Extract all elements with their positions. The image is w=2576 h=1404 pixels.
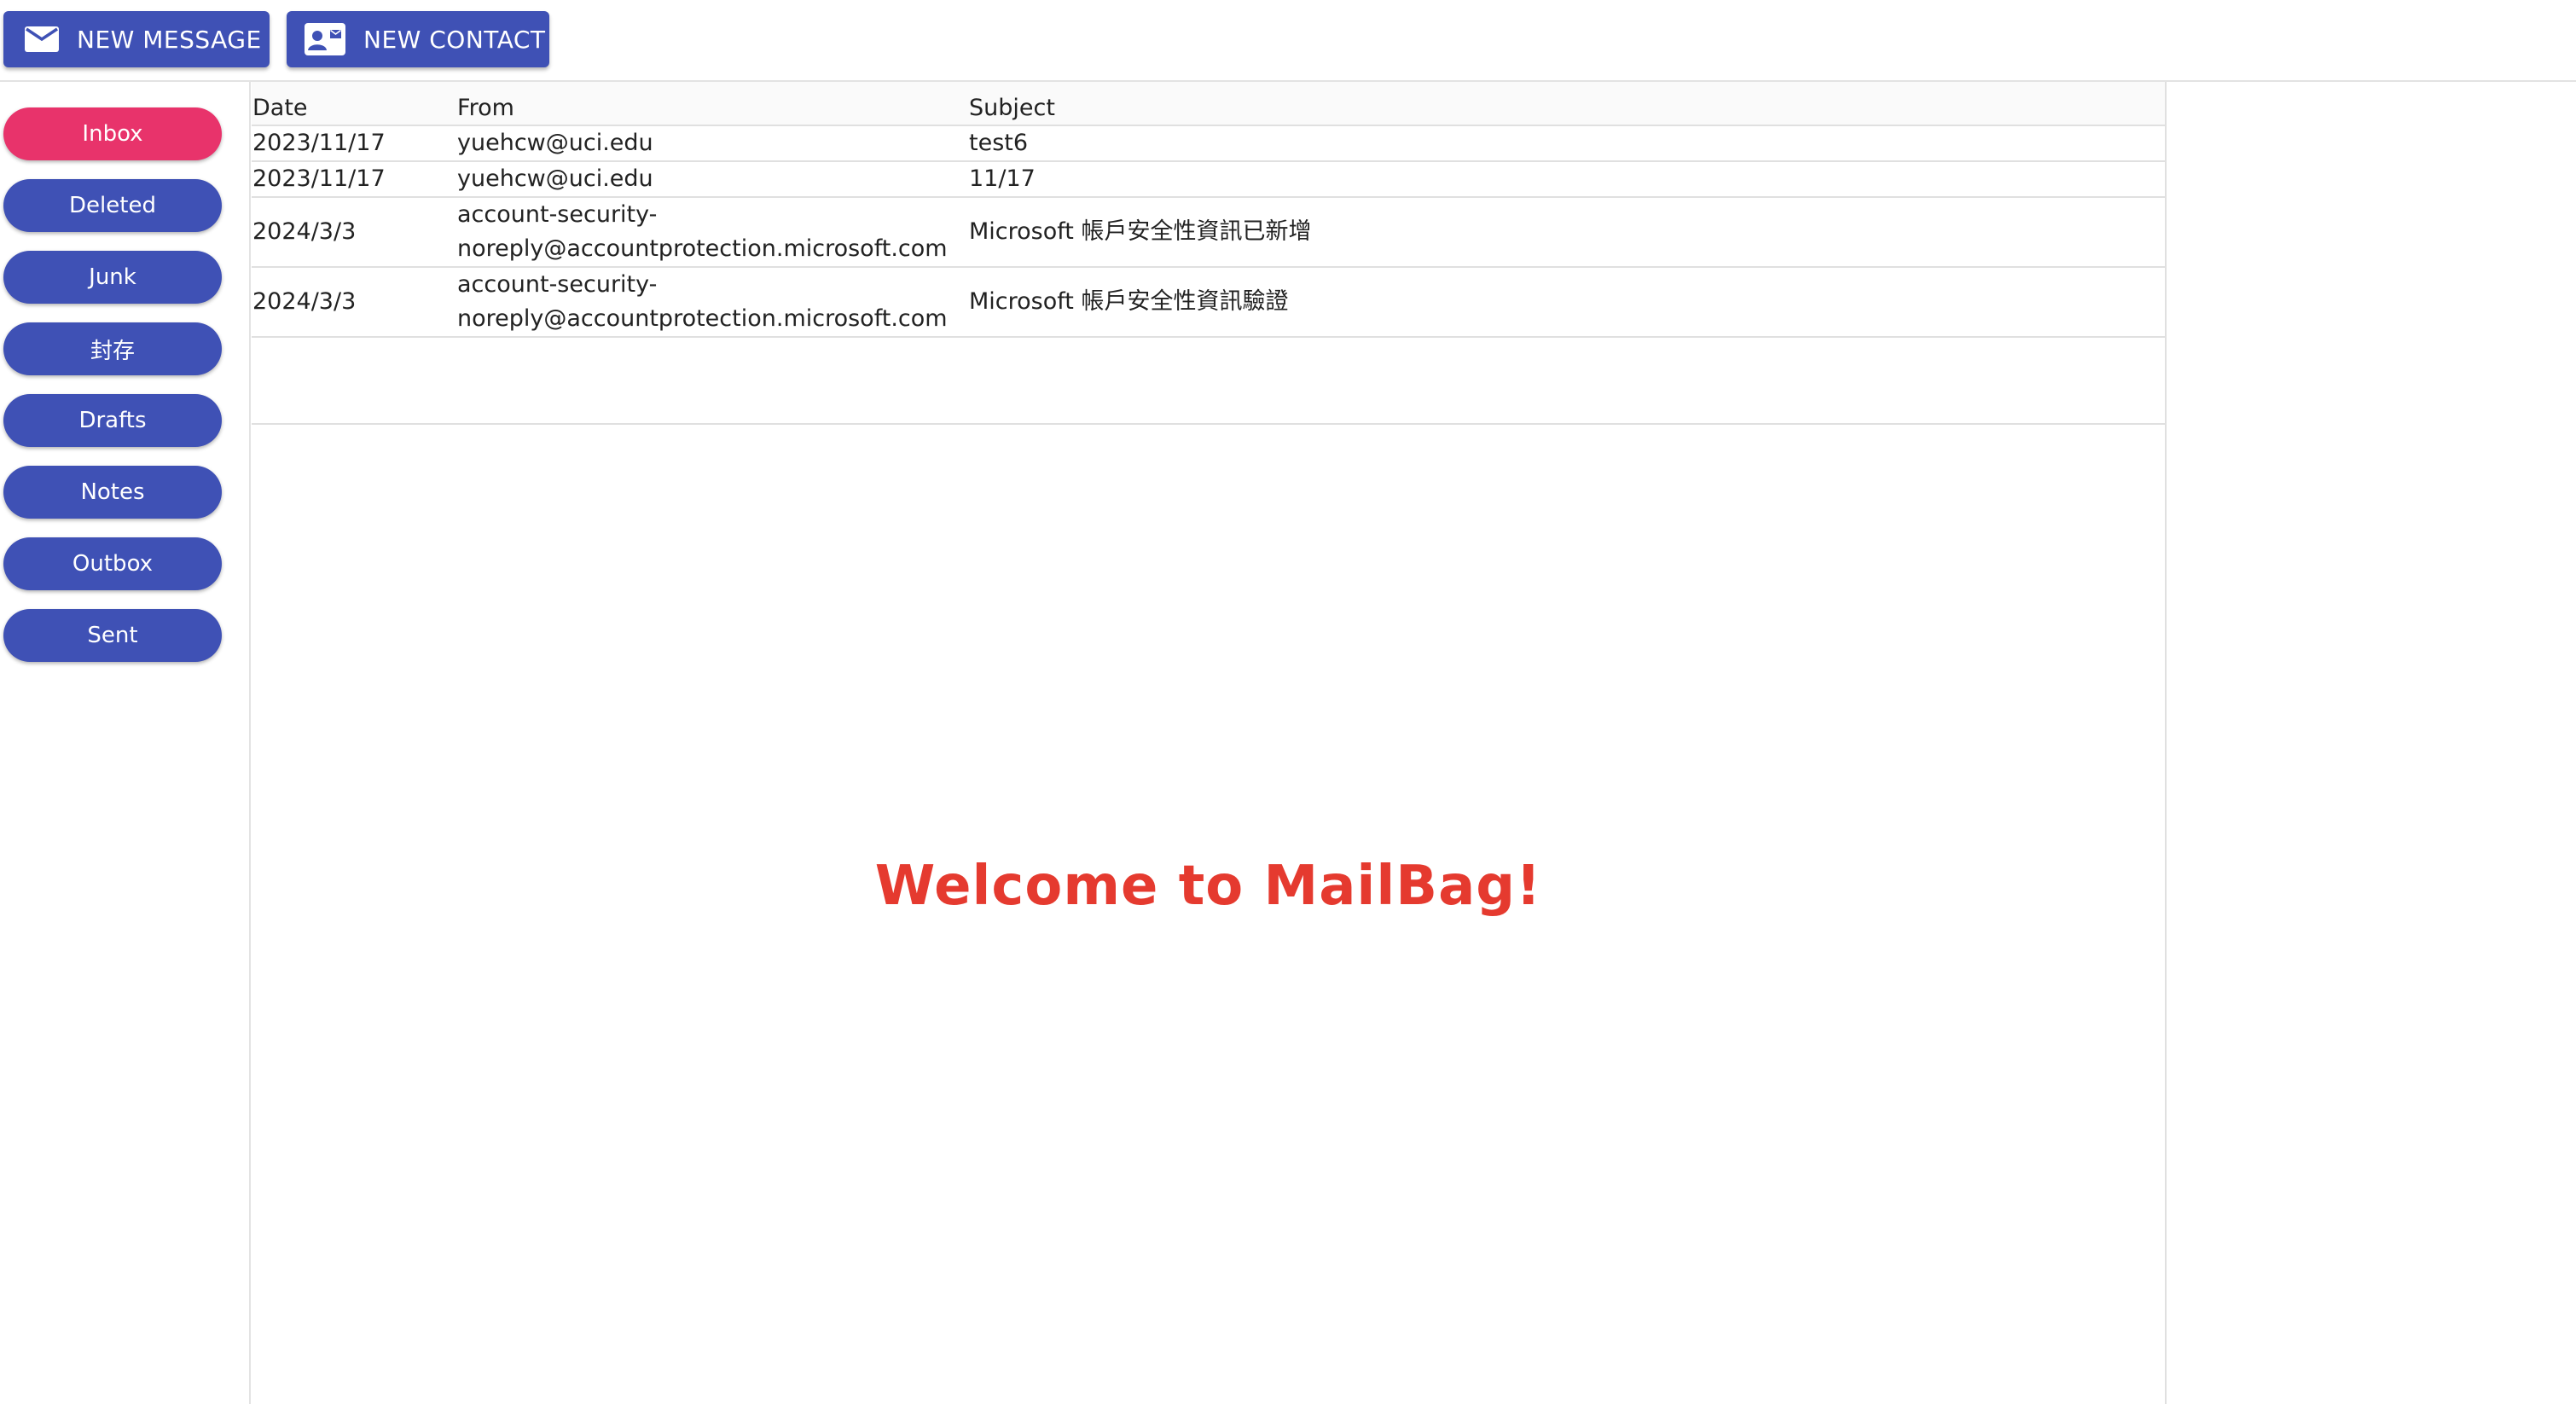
message-row[interactable]: 2023/11/17 yuehcw@uci.edu 11/17 xyxy=(252,162,2165,198)
message-subject: test6 xyxy=(969,130,1029,156)
message-list-header: Date From Subject xyxy=(252,82,2165,126)
message-from-line: account-security- xyxy=(457,201,658,228)
message-from-line: account-security- xyxy=(457,271,658,298)
message-date: 2023/11/17 xyxy=(252,130,386,156)
new-contact-button[interactable]: NEW CONTACT xyxy=(287,11,549,67)
message-from: yuehcw@uci.edu xyxy=(457,165,653,192)
welcome-message: Welcome to MailBag! xyxy=(874,855,1542,918)
folder-archive-button[interactable]: 封存 xyxy=(3,322,222,375)
folder-sent-button[interactable]: Sent xyxy=(3,609,222,662)
message-row[interactable]: 2024/3/3 account-security- noreply@accou… xyxy=(252,268,2165,338)
contact-card-icon xyxy=(304,22,346,56)
folder-notes-button[interactable]: Notes xyxy=(3,466,222,519)
new-message-label: NEW MESSAGE xyxy=(77,25,262,54)
message-subject: Microsoft 帳戶安全性資訊驗證 xyxy=(969,288,1289,315)
message-date: 2024/3/3 xyxy=(252,288,357,315)
message-from: account-security- noreply@accountprotect… xyxy=(457,198,960,266)
message-from: yuehcw@uci.edu xyxy=(457,130,653,156)
folder-junk-button[interactable]: Junk xyxy=(3,251,222,304)
message-date: 2024/3/3 xyxy=(252,218,357,245)
message-from-line: noreply@accountprotection.microsoft.com xyxy=(457,235,948,262)
folder-inbox-button[interactable]: Inbox xyxy=(3,107,222,160)
mail-icon xyxy=(24,26,60,53)
message-list: Date From Subject 2023/11/17 yuehcw@uci.… xyxy=(252,82,2167,425)
folder-drafts-button[interactable]: Drafts xyxy=(3,394,222,447)
message-subject: 11/17 xyxy=(969,165,1036,192)
column-header-from[interactable]: From xyxy=(457,82,960,130)
folder-sidebar: Inbox Deleted Junk 封存 Drafts Notes Outbo… xyxy=(0,82,251,1404)
message-subject: Microsoft 帳戶安全性資訊已新增 xyxy=(969,218,1312,245)
new-contact-label: NEW CONTACT xyxy=(363,25,546,54)
message-date: 2023/11/17 xyxy=(252,165,386,192)
folder-outbox-button[interactable]: Outbox xyxy=(3,537,222,590)
new-message-button[interactable]: NEW MESSAGE xyxy=(3,11,270,67)
folder-deleted-button[interactable]: Deleted xyxy=(3,179,222,232)
message-row[interactable]: 2024/3/3 account-security- noreply@accou… xyxy=(252,198,2165,268)
message-row[interactable]: 2023/11/17 yuehcw@uci.edu test6 xyxy=(252,126,2165,162)
column-header-subject[interactable]: Subject xyxy=(969,82,2078,130)
column-header-date[interactable]: Date xyxy=(252,82,449,130)
message-from: account-security- noreply@accountprotect… xyxy=(457,268,960,336)
toolbar: NEW MESSAGE NEW CONTACT xyxy=(0,0,2576,82)
message-view: Welcome to MailBag! xyxy=(252,425,2167,1404)
message-from-line: noreply@accountprotection.microsoft.com xyxy=(457,305,948,332)
